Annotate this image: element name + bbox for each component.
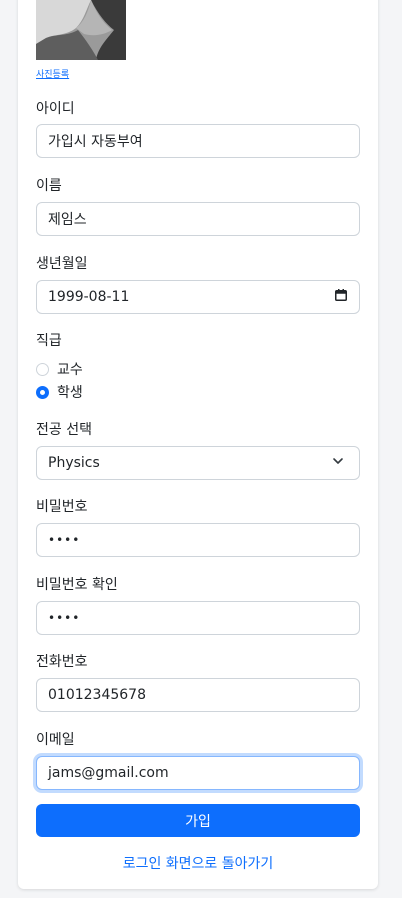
password-confirm-value: •••• (48, 611, 81, 625)
name-value: 제임스 (48, 212, 87, 228)
email-label: 이메일 (36, 732, 75, 748)
password-value: •••• (48, 533, 81, 547)
password-confirm-field[interactable]: •••• (36, 601, 360, 635)
email-field[interactable]: jams@gmail.com (36, 756, 360, 790)
birth-label: 생년월일 (36, 256, 88, 272)
password-label: 비밀번호 (36, 499, 88, 515)
name-label: 이름 (36, 178, 62, 194)
phone-value: 01012345678 (48, 687, 146, 703)
phone-label: 전화번호 (36, 654, 88, 670)
signup-button[interactable]: 가입 (36, 804, 360, 837)
birth-value: 1999-08-11 (48, 289, 130, 305)
chevron-down-icon (332, 455, 348, 471)
photo-upload-link[interactable]: 사진등록 (36, 67, 69, 80)
email-value: jams@gmail.com (48, 765, 169, 781)
birth-date-field[interactable]: 1999-08-11 (36, 280, 360, 314)
student-radio-label: 학생 (57, 385, 83, 401)
professor-radio-label: 교수 (57, 362, 83, 378)
id-label: 아이디 (36, 101, 75, 117)
password-field[interactable]: •••• (36, 523, 360, 557)
major-select[interactable]: Physics (36, 446, 360, 480)
major-value: Physics (48, 455, 100, 471)
profile-photo (36, 0, 126, 60)
id-value: 가입시 자동부여 (48, 134, 143, 150)
id-field[interactable]: 가입시 자동부여 (36, 124, 360, 158)
phone-field[interactable]: 01012345678 (36, 678, 360, 712)
name-field[interactable]: 제임스 (36, 202, 360, 236)
major-label: 전공 선택 (36, 422, 92, 438)
student-radio[interactable] (36, 385, 49, 399)
calendar-icon[interactable] (335, 289, 348, 305)
position-option-student[interactable]: 학생 (36, 382, 83, 402)
password-confirm-label: 비밀번호 확인 (36, 577, 118, 593)
position-label: 직급 (36, 333, 62, 349)
back-to-login-link[interactable]: 로그인 화면으로 돌아가기 (36, 853, 360, 873)
professor-radio[interactable] (36, 362, 49, 376)
position-option-professor[interactable]: 교수 (36, 359, 83, 379)
